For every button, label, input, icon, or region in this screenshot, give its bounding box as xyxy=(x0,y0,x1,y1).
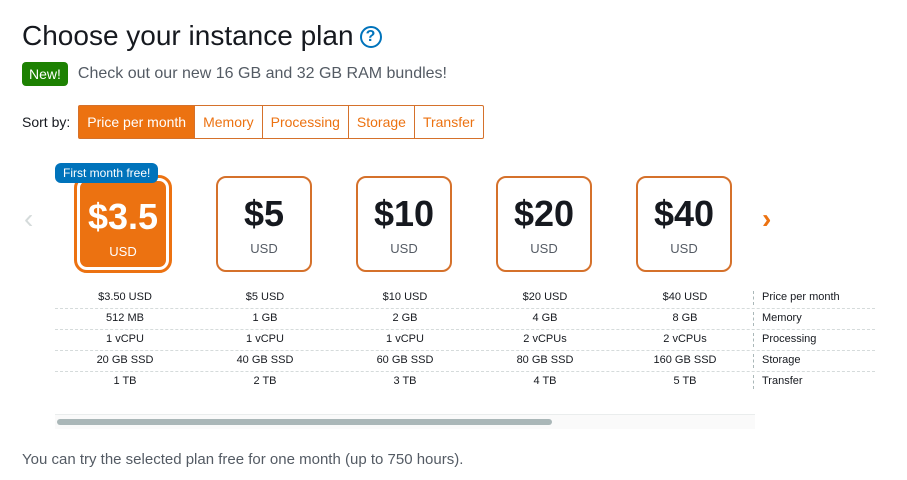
chevron-left-icon[interactable]: ‹ xyxy=(24,203,33,235)
sort-segmented-control: Price per month Memory Processing Storag… xyxy=(78,105,484,139)
help-icon[interactable]: ? xyxy=(359,26,382,48)
plan-currency: USD xyxy=(670,241,698,256)
plan-card-40[interactable]: $40 USD xyxy=(636,176,732,272)
plan-currency: USD xyxy=(250,241,278,256)
spec-cell: 1 vCPU xyxy=(106,333,144,345)
sort-memory-button[interactable]: Memory xyxy=(195,106,263,138)
page-title: Choose your instance plan ? xyxy=(22,20,382,52)
first-month-free-badge: First month free! xyxy=(55,163,159,183)
sort-storage-button[interactable]: Storage xyxy=(349,106,415,138)
spec-row-label: Memory xyxy=(753,312,802,326)
spec-cell: 2 TB xyxy=(253,375,277,387)
spec-cell: 20 GB SSD xyxy=(96,354,154,366)
plan-price: $5 xyxy=(243,193,285,234)
spec-row-memory: 512 MB 1 GB 2 GB 4 GB 8 GB Memory xyxy=(55,309,875,330)
sort-transfer-button[interactable]: Transfer xyxy=(415,106,483,138)
spec-row-label: Transfer xyxy=(753,375,803,389)
spec-cell: 4 TB xyxy=(533,375,557,387)
spec-cell: $10 USD xyxy=(382,291,428,303)
plan-spec-table: $3.50 USD $5 USD $10 USD $20 USD $40 USD… xyxy=(55,288,875,392)
announcement-text: Check out our new 16 GB and 32 GB RAM bu… xyxy=(77,65,447,82)
spec-cell: 1 vCPU xyxy=(386,333,424,345)
sort-processing-button[interactable]: Processing xyxy=(263,106,349,138)
plan-price: $10 xyxy=(373,193,435,234)
spec-cell: 2 GB xyxy=(392,312,418,324)
scrollbar-thumb[interactable] xyxy=(57,419,552,425)
plan-card-3-5[interactable]: $3.5 USD xyxy=(74,175,172,273)
page-title-text: Choose your instance plan xyxy=(22,20,354,51)
plan-card-5[interactable]: $5 USD xyxy=(216,176,312,272)
chevron-right-icon[interactable]: › xyxy=(762,203,771,235)
spec-cell: 3 TB xyxy=(393,375,417,387)
spec-cell: 5 TB xyxy=(673,375,697,387)
spec-row-price: $3.50 USD $5 USD $10 USD $20 USD $40 USD… xyxy=(55,288,875,309)
horizontal-scrollbar[interactable] xyxy=(55,414,755,429)
spec-row-processing: 1 vCPU 1 vCPU 1 vCPU 2 vCPUs 2 vCPUs Pro… xyxy=(55,330,875,351)
plan-price: $3.5 xyxy=(87,196,159,237)
plan-currency: USD xyxy=(109,244,137,259)
spec-cell: 40 GB SSD xyxy=(236,354,294,366)
spec-cell: 1 vCPU xyxy=(246,333,284,345)
spec-cell: $3.50 USD xyxy=(98,291,152,303)
spec-row-storage: 20 GB SSD 40 GB SSD 60 GB SSD 80 GB SSD … xyxy=(55,351,875,372)
spec-cell: 2 vCPUs xyxy=(523,333,567,345)
spec-cell: 80 GB SSD xyxy=(516,354,574,366)
spec-cell: 1 TB xyxy=(113,375,137,387)
new-badge: New! xyxy=(22,62,68,86)
spec-cell: 2 vCPUs xyxy=(663,333,707,345)
plan-currency: USD xyxy=(390,241,418,256)
plan-price: $40 xyxy=(653,193,715,234)
plan-currency: USD xyxy=(530,241,558,256)
sort-label: Sort by: xyxy=(22,114,71,130)
plan-price: $20 xyxy=(513,193,575,234)
spec-row-transfer: 1 TB 2 TB 3 TB 4 TB 5 TB Transfer xyxy=(55,372,875,392)
sort-price-button[interactable]: Price per month xyxy=(79,106,196,138)
spec-cell: $20 USD xyxy=(522,291,568,303)
spec-cell: 160 GB SSD xyxy=(653,354,717,366)
spec-cell: 4 GB xyxy=(532,312,558,324)
spec-row-label: Storage xyxy=(753,354,801,368)
announcement: New! Check out our new 16 GB and 32 GB R… xyxy=(22,62,447,86)
spec-cell: 60 GB SSD xyxy=(376,354,434,366)
sort-bar: Sort by: Price per month Memory Processi… xyxy=(22,105,484,139)
spec-cell: 512 MB xyxy=(106,312,144,324)
plan-card-20[interactable]: $20 USD xyxy=(496,176,592,272)
spec-row-label: Processing xyxy=(753,333,816,347)
spec-cell: $5 USD xyxy=(245,291,285,303)
free-trial-note: You can try the selected plan free for o… xyxy=(22,451,464,468)
plan-card-10[interactable]: $10 USD xyxy=(356,176,452,272)
spec-cell: 1 GB xyxy=(252,312,278,324)
spec-row-label: Price per month xyxy=(753,291,840,305)
spec-cell: $40 USD xyxy=(662,291,708,303)
spec-cell: 8 GB xyxy=(672,312,698,324)
